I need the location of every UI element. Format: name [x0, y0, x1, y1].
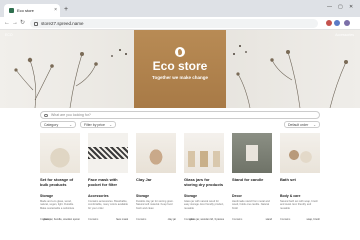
product-card[interactable]: Face mask with pocket for filter Accesso…: [88, 133, 128, 226]
product-meta: Contains glass jar, wooden lid, 3 pieces: [184, 218, 224, 226]
product-meta: Contains stand: [232, 218, 272, 226]
product-image[interactable]: [232, 133, 272, 173]
product-card[interactable]: Glass jars for storing dry products Stor…: [184, 133, 224, 226]
product-meta-label: Contains: [136, 218, 147, 221]
sort-select-label: Default order: [288, 123, 309, 127]
chevron-down-icon: ⌄: [313, 123, 316, 127]
url-text: store27.spreed.name: [41, 21, 84, 26]
hero-subtitle: Together we make change: [152, 75, 208, 80]
product-description: Handmade stand from metal and wood, hold…: [232, 200, 270, 210]
product-description: Natural bath set with soap, brush and to…: [280, 200, 318, 210]
site-favicon-icon: [9, 8, 14, 13]
hero-banner: ECO Accessories Eco store Together we ma…: [0, 30, 360, 108]
product-image[interactable]: [40, 133, 80, 173]
product-description: Made and eco glass, wood, natural, vegan…: [40, 200, 75, 210]
site-nav-accessories[interactable]: Accessories: [335, 33, 354, 37]
product-image[interactable]: [280, 133, 320, 173]
product-category: Body & care: [280, 194, 301, 198]
product-card[interactable]: Bath set Body & care Natural bath set wi…: [280, 133, 320, 226]
account-icon[interactable]: [344, 20, 350, 26]
close-window-icon[interactable]: ✕: [349, 4, 353, 10]
back-icon[interactable]: ←: [4, 19, 10, 27]
browser-toolbar: ← → ↻ store27.spreed.name: [0, 17, 360, 30]
price-filter-label: Filter by price: [84, 123, 106, 127]
tab-close-icon[interactable]: ×: [54, 4, 57, 17]
product-image[interactable]: [184, 133, 224, 173]
product-contents: stand: [265, 218, 272, 221]
product-meta: Contains clay jar: [136, 218, 176, 226]
product-title[interactable]: Glass jars for storing dry products: [184, 177, 224, 188]
product-contents: glass jar, bundle, wooden spoon: [42, 218, 80, 221]
product-card[interactable]: Stand for candle Decor Handmade stand fr…: [232, 133, 272, 226]
forward-icon[interactable]: →: [12, 19, 18, 27]
product-category: Decor: [232, 194, 242, 198]
product-title[interactable]: Set for storage of bulk products: [40, 177, 80, 188]
product-description: Durable clay jar for storing grain. Natu…: [136, 200, 174, 210]
product-meta: Contains soap, brush: [280, 218, 320, 226]
tab-title: Eco store: [17, 8, 34, 13]
product-title[interactable]: Clay Jar: [136, 177, 176, 188]
reload-icon[interactable]: ↻: [20, 19, 25, 27]
new-tab-button[interactable]: +: [64, 5, 68, 14]
product-contents: face mask: [116, 218, 128, 221]
product-title[interactable]: Bath set: [280, 177, 320, 188]
product-meta: Contains face mask: [88, 218, 128, 226]
product-category: Accessories: [88, 194, 109, 198]
profile-avatar-icon[interactable]: [334, 20, 340, 26]
product-meta: Contains glass jar, bundle, wooden spoon: [40, 218, 80, 226]
maximize-icon[interactable]: ▢: [338, 4, 343, 10]
product-meta-label: Contains: [88, 218, 99, 221]
sort-select[interactable]: Default order ⌄: [284, 121, 320, 128]
search-icon: [44, 113, 48, 117]
minimize-icon[interactable]: —: [327, 4, 332, 10]
hero-title: Eco store: [152, 59, 208, 73]
price-filter-select[interactable]: Filter by price ⌄: [80, 121, 116, 128]
search-placeholder: What are you looking for?: [51, 113, 91, 117]
product-title[interactable]: Face mask with pocket for filter: [88, 177, 128, 188]
chevron-down-icon: ⌄: [69, 123, 72, 127]
search-input[interactable]: What are you looking for?: [40, 111, 320, 119]
product-category: Storage: [184, 194, 198, 198]
lock-icon: [34, 21, 38, 26]
product-image[interactable]: [88, 133, 128, 173]
product-description: Glass jar with natural wood for easy sto…: [184, 200, 224, 210]
product-meta-label: Contains: [232, 218, 243, 221]
product-card[interactable]: Clay Jar Storage Durable clay jar for st…: [136, 133, 176, 226]
address-bar[interactable]: store27.spreed.name: [30, 19, 318, 28]
extension-icon[interactable]: [326, 20, 332, 26]
chevron-down-icon: ⌄: [109, 123, 112, 127]
product-meta-label: Contains: [280, 218, 291, 221]
product-contents: clay jar: [167, 218, 176, 221]
product-category: Storage: [40, 194, 54, 198]
browser-tab-strip: Eco store × + — ▢ ✕: [0, 0, 360, 17]
category-select-label: Category: [44, 123, 59, 127]
browser-tab[interactable]: Eco store ×: [4, 4, 60, 17]
product-title[interactable]: Stand for candle: [232, 177, 272, 188]
store-logo[interactable]: [175, 47, 185, 57]
category-select[interactable]: Category ⌄: [40, 121, 76, 128]
product-contents: soap, brush: [306, 218, 320, 221]
product-image[interactable]: [136, 133, 176, 173]
product-contents: glass jar, wooden lid, 3 pieces: [189, 218, 224, 221]
leaf-icon: [177, 48, 183, 56]
site-nav-home[interactable]: ECO: [5, 33, 13, 37]
product-card[interactable]: Set for storage of bulk products Storage…: [40, 133, 80, 226]
product-category: Storage: [136, 194, 150, 198]
product-description: Contains accessories. Breathable, comfor…: [88, 200, 128, 210]
